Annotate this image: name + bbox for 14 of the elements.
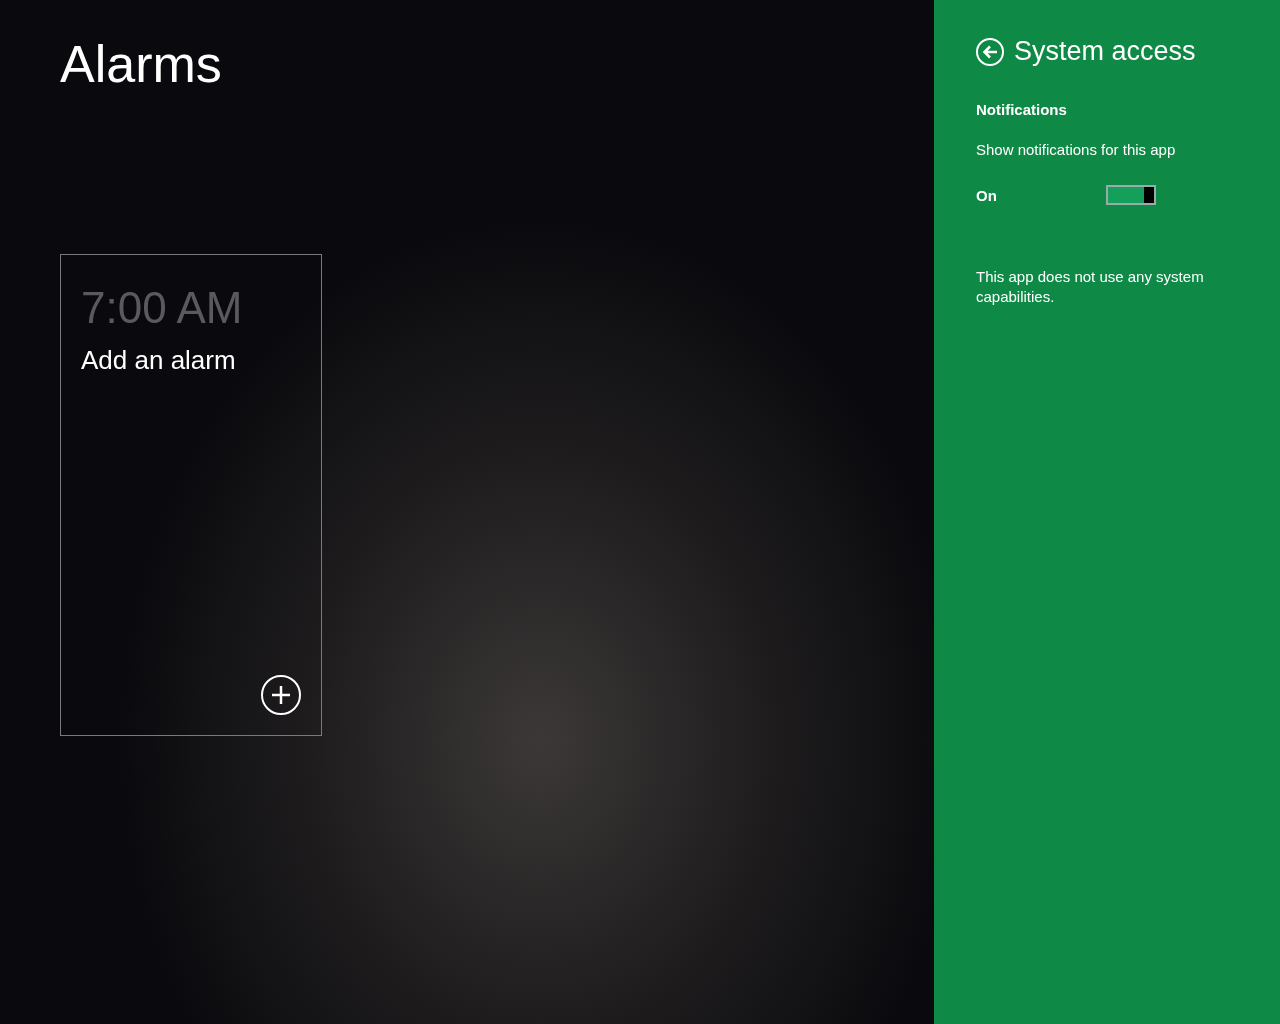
plus-icon: [271, 685, 291, 705]
panel-title: System access: [1014, 36, 1196, 67]
alarm-time: 7:00 AM: [81, 283, 243, 333]
alarm-label: Add an alarm: [81, 345, 236, 376]
section-heading: Notifications: [976, 101, 1067, 118]
alarm-tile[interactable]: 7:00 AM Add an alarm: [60, 254, 322, 736]
page-title: Alarms: [60, 34, 222, 94]
toggle-state-label: On: [976, 186, 998, 204]
info-text: This app does not use any system capabilities.: [976, 267, 1205, 307]
back-button[interactable]: [976, 37, 1004, 66]
back-arrow-icon: [982, 44, 998, 59]
notifications-toggle[interactable]: [1106, 185, 1156, 205]
setting-label: Show notifications for this app: [976, 141, 1176, 158]
add-button[interactable]: [261, 675, 301, 715]
